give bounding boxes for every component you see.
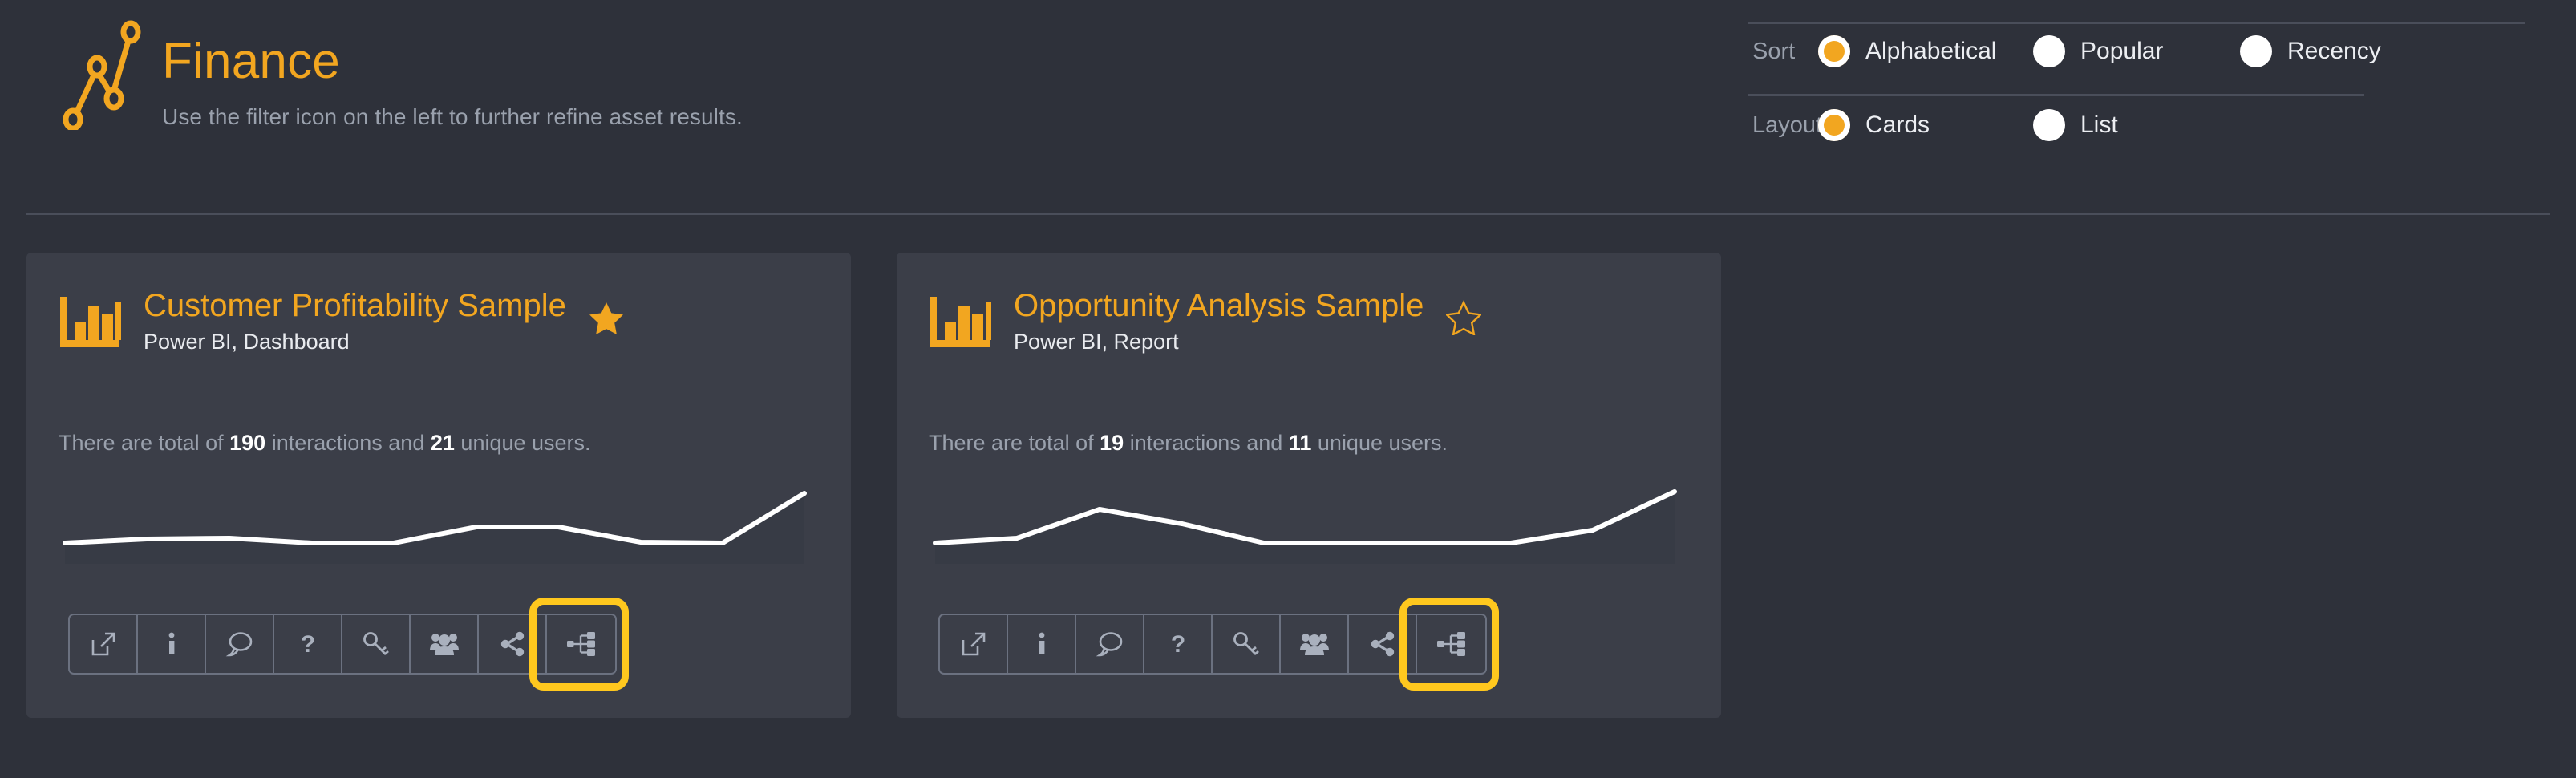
sort-control-row: Sort Alphabetical Popular Recency	[1722, 14, 2381, 88]
stats-users: 11	[1288, 431, 1312, 455]
card-title[interactable]: Customer Profitability Sample	[144, 289, 566, 322]
card-action-toolbar: ?	[68, 598, 629, 691]
asset-card[interactable]: Opportunity Analysis Sample Power BI, Re…	[897, 253, 1721, 718]
comment-button[interactable]	[206, 615, 274, 673]
radio-alphabetical[interactable]	[1818, 35, 1850, 67]
svg-text:?: ?	[300, 631, 314, 658]
layout-option-list[interactable]: List	[2033, 109, 2118, 141]
asset-card[interactable]: Customer Profitability Sample Power BI, …	[26, 253, 851, 718]
card-title[interactable]: Opportunity Analysis Sample	[1014, 289, 1424, 322]
share-button[interactable]	[479, 615, 547, 673]
layout-option-list-label: List	[2080, 111, 2118, 138]
page-title: Finance	[162, 34, 340, 89]
card-title-block: Customer Profitability Sample Power BI, …	[144, 289, 566, 355]
radio-popular[interactable]	[2033, 35, 2065, 67]
sort-label: Sort	[1752, 38, 1796, 64]
radio-cards[interactable]	[1818, 109, 1850, 141]
usage-sparkline	[57, 468, 819, 564]
stats-prefix: There are total of	[59, 431, 224, 455]
card-subtitle: Power BI, Report	[1014, 330, 1179, 354]
brand: Finance Use the filter icon on the left …	[50, 18, 743, 132]
share-button[interactable]	[1349, 615, 1417, 673]
stats-middle: interactions and	[271, 431, 425, 455]
radio-list[interactable]	[2033, 109, 2065, 141]
bar-chart-icon	[59, 295, 121, 353]
stats-interactions: 190	[229, 431, 266, 455]
card-header: Customer Profitability Sample Power BI, …	[59, 289, 624, 355]
permissions-key-button[interactable]	[1213, 615, 1281, 673]
card-title-block: Opportunity Analysis Sample Power BI, Re…	[1014, 289, 1424, 355]
help-button[interactable]: ?	[274, 615, 342, 673]
bar-chart-icon	[929, 295, 991, 353]
layout-option-cards[interactable]: Cards	[1818, 109, 2033, 141]
stats-suffix: unique users.	[1317, 431, 1448, 455]
sort-option-recency[interactable]: Recency	[2240, 35, 2381, 67]
stats-users: 21	[430, 431, 455, 455]
sort-option-recency-label: Recency	[2287, 38, 2381, 64]
stats-middle: interactions and	[1129, 431, 1283, 455]
comment-button[interactable]	[1076, 615, 1144, 673]
layout-option-cards-label: Cards	[1865, 111, 1930, 138]
users-button[interactable]	[1281, 615, 1349, 673]
info-button[interactable]	[1008, 615, 1076, 673]
open-external-button[interactable]	[70, 615, 138, 673]
page-header: Finance Use the filter icon on the left …	[0, 0, 1724, 213]
layout-control-row: Layout Cards List	[1722, 88, 2118, 162]
permissions-key-button[interactable]	[342, 615, 411, 673]
view-controls: Sort Alphabetical Popular Recency Layout…	[1722, 0, 2576, 184]
svg-text:?: ?	[1170, 631, 1185, 658]
favorite-star-icon[interactable]	[589, 300, 624, 335]
users-button[interactable]	[411, 615, 479, 673]
info-button[interactable]	[138, 615, 206, 673]
sort-option-popular[interactable]: Popular	[2033, 35, 2240, 67]
line-chart-node-icon	[50, 18, 144, 132]
card-action-toolbar: ?	[938, 598, 1499, 691]
open-external-button[interactable]	[940, 615, 1008, 673]
help-button[interactable]: ?	[1144, 615, 1213, 673]
sort-option-alphabetical[interactable]: Alphabetical	[1818, 35, 2033, 67]
brand-text: Finance Use the filter icon on the left …	[162, 18, 743, 130]
page-subtitle: Use the filter icon on the left to furth…	[162, 104, 743, 129]
sort-option-popular-label: Popular	[2080, 38, 2164, 64]
lineage-button[interactable]	[1399, 598, 1499, 691]
favorite-star-icon[interactable]	[1444, 300, 1484, 337]
sort-option-alphabetical-label: Alphabetical	[1865, 38, 1997, 64]
card-stats: There are total of 19 interactions and 1…	[929, 431, 1448, 456]
card-stats: There are total of 190 interactions and …	[59, 431, 591, 456]
header-divider	[26, 213, 2550, 215]
radio-recency[interactable]	[2240, 35, 2272, 67]
layout-label: Layout	[1752, 111, 1823, 138]
lineage-button[interactable]	[529, 598, 629, 691]
usage-sparkline	[927, 468, 1689, 564]
stats-interactions: 19	[1100, 431, 1124, 455]
card-header: Opportunity Analysis Sample Power BI, Re…	[929, 289, 1484, 355]
stats-suffix: unique users.	[460, 431, 591, 455]
card-subtitle: Power BI, Dashboard	[144, 330, 350, 354]
stats-prefix: There are total of	[929, 431, 1094, 455]
